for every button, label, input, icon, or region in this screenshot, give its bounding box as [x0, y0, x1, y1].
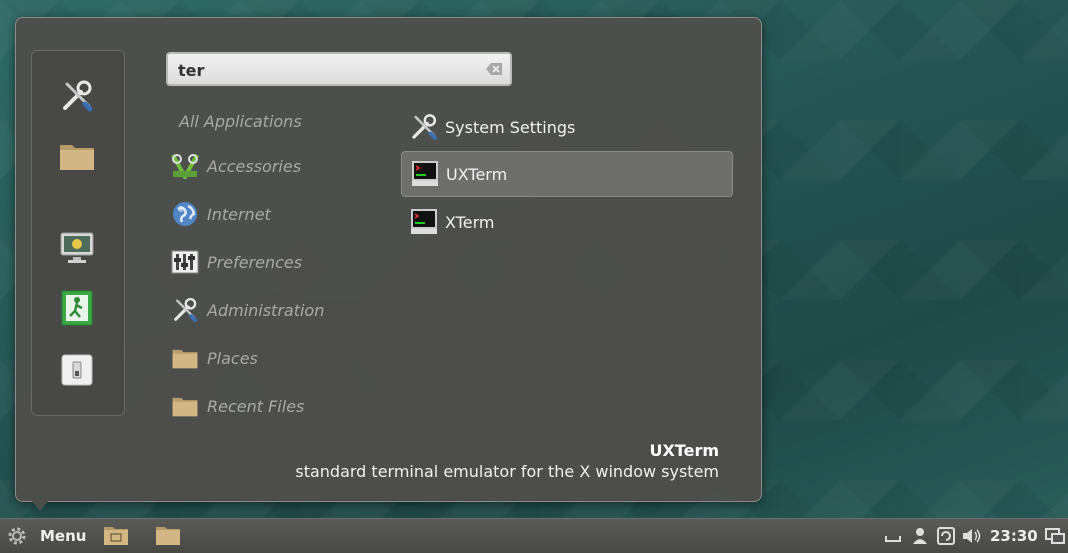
menu-button-label: Menu [40, 527, 87, 545]
terminal-icon [409, 207, 439, 237]
folder-icon [171, 344, 199, 372]
bottom-panel: Menu 23:30 [0, 518, 1068, 553]
app-label: XTerm [445, 212, 495, 232]
terminal-icon [410, 159, 440, 189]
exit-icon[interactable] [58, 289, 96, 327]
globe-icon [171, 200, 199, 228]
wrench-screwdriver-icon[interactable] [58, 77, 96, 115]
app-system-settings[interactable]: System Settings [401, 104, 733, 150]
clock[interactable]: 23:30 [990, 527, 1038, 545]
user-icon[interactable] [912, 525, 928, 547]
gear-icon [8, 527, 26, 545]
category-accessories[interactable]: Accessories [171, 151, 301, 181]
app-label: System Settings [445, 117, 576, 137]
update-manager-icon[interactable] [937, 525, 955, 547]
category-label: Preferences [207, 252, 303, 272]
search-box[interactable] [166, 52, 512, 86]
wrench-screwdriver-icon [409, 112, 439, 142]
category-preferences[interactable]: Preferences [171, 247, 302, 277]
favorites-bar [31, 50, 125, 416]
category-label: All Applications [179, 111, 302, 131]
lock-screen-icon[interactable] [58, 229, 96, 267]
category-label: Recent Files [207, 396, 305, 416]
app-description-title: UXTerm [649, 441, 719, 460]
category-all-applications[interactable]: All Applications [179, 106, 302, 136]
preferences-icon [171, 248, 199, 276]
app-uxterm[interactable]: UXTerm [401, 151, 733, 197]
accessories-icon [171, 152, 199, 180]
menu-pointer [30, 499, 50, 511]
category-label: Places [207, 348, 258, 368]
menu-button[interactable]: Menu [6, 524, 86, 548]
app-description-text: standard terminal emulator for the X win… [295, 462, 719, 481]
category-label: Administration [207, 300, 325, 320]
folder-icon[interactable] [58, 137, 96, 175]
category-internet[interactable]: Internet [171, 199, 271, 229]
category-places[interactable]: Places [171, 343, 258, 373]
category-label: Accessories [207, 156, 302, 176]
wrench-screwdriver-icon [171, 296, 199, 324]
search-input[interactable] [176, 59, 480, 81]
application-menu: All Applications Accessories Internet [15, 17, 762, 502]
clear-search-icon[interactable] [486, 63, 502, 75]
category-label: Internet [207, 204, 271, 224]
app-xterm[interactable]: XTerm [401, 199, 733, 245]
power-icon[interactable] [58, 351, 96, 389]
category-administration[interactable]: Administration [171, 295, 324, 325]
file-manager-icon[interactable] [103, 524, 129, 546]
show-desktop-icon[interactable] [1045, 525, 1065, 547]
volume-icon[interactable] [962, 525, 982, 547]
app-label: UXTerm [446, 164, 508, 184]
folder-icon [171, 392, 199, 420]
folder-icon[interactable] [155, 524, 181, 546]
keyboard-icon[interactable] [884, 525, 902, 547]
category-recent-files[interactable]: Recent Files [171, 391, 304, 421]
